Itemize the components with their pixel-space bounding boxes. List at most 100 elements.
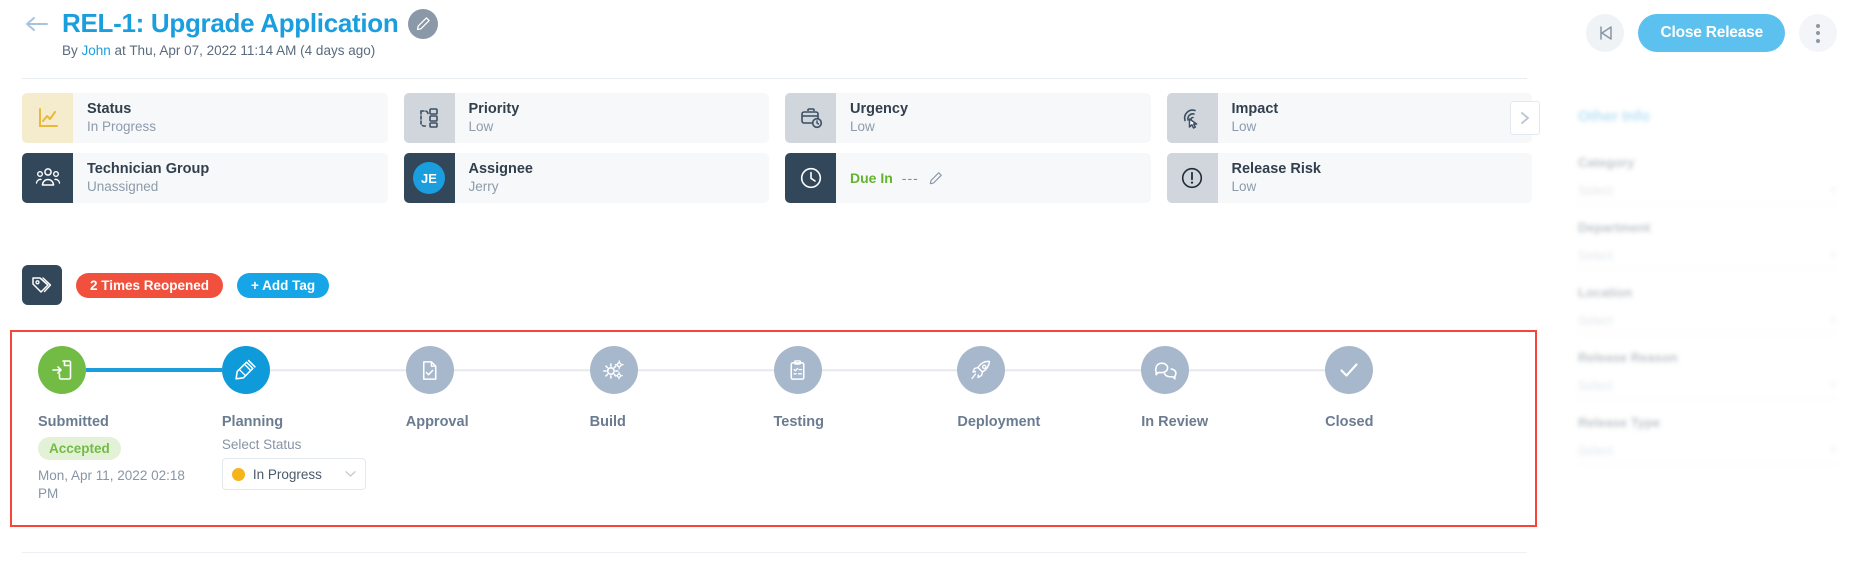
clipboard-list-icon[interactable] bbox=[773, 346, 822, 394]
release-detail-page: REL-1: Upgrade Application By John at Th… bbox=[0, 0, 1855, 561]
connector bbox=[453, 369, 590, 371]
field-label: Department bbox=[1578, 220, 1651, 235]
card-value: Unassigned bbox=[87, 179, 159, 194]
status-select-dropdown[interactable]: In Progress bbox=[221, 458, 366, 490]
card-status[interactable]: Status In Progress bbox=[22, 93, 388, 143]
connector bbox=[269, 369, 406, 371]
card-urgency-text: Urgency Low bbox=[836, 101, 908, 135]
tags-row: 2 Times Reopened + Add Tag bbox=[22, 265, 330, 305]
field-select[interactable]: Select ▾ bbox=[1578, 373, 1836, 399]
card-impact[interactable]: Impact Low bbox=[1166, 93, 1532, 143]
header-divider bbox=[22, 78, 1527, 79]
check-icon[interactable] bbox=[1325, 346, 1374, 394]
kebab-menu-icon[interactable] bbox=[1799, 14, 1837, 52]
subtitle-prefix: By bbox=[62, 43, 82, 58]
connector bbox=[637, 369, 774, 371]
other-info-field-department: Department Select ▾ bbox=[1578, 220, 1836, 269]
step-label: Testing bbox=[773, 414, 824, 430]
bottom-divider bbox=[22, 552, 1527, 553]
card-value: Low bbox=[1231, 119, 1257, 134]
chevron-down-icon[interactable] bbox=[345, 470, 356, 478]
card-value: Jerry bbox=[468, 179, 499, 194]
card-label: Status bbox=[87, 101, 132, 117]
briefcase-clock-icon bbox=[785, 93, 836, 143]
card-urgency[interactable]: Urgency Low bbox=[785, 93, 1151, 143]
impact-target-icon bbox=[1166, 93, 1218, 143]
connector bbox=[86, 368, 222, 372]
workflow-step-closed: Closed bbox=[1325, 332, 1509, 503]
workflow-step-planning: Planning Select Status In Progress bbox=[221, 332, 406, 503]
file-check-icon[interactable] bbox=[405, 346, 454, 394]
chat-bubbles-icon[interactable] bbox=[1141, 346, 1190, 394]
status-select-value: In Progress bbox=[252, 466, 322, 482]
card-value: In Progress bbox=[87, 119, 157, 134]
plan-edit-icon[interactable] bbox=[221, 346, 270, 394]
field-select[interactable]: Select ▾ bbox=[1578, 438, 1836, 464]
field-select[interactable]: Select ▾ bbox=[1578, 243, 1836, 269]
workflow-steps: Submitted Accepted Mon, Apr 11, 2022 02:… bbox=[12, 332, 1535, 503]
alert-circle-icon bbox=[1166, 153, 1218, 203]
workflow-step-approval: Approval bbox=[405, 332, 590, 503]
other-info-field-location: Location Select ▾ bbox=[1578, 285, 1836, 334]
other-info-title: Other Info bbox=[1578, 108, 1650, 125]
field-value: Select bbox=[1578, 248, 1613, 263]
connector bbox=[1005, 369, 1142, 371]
field-label: Category bbox=[1578, 155, 1635, 170]
chevron-down-icon[interactable]: ▾ bbox=[1831, 185, 1836, 196]
chevron-down-icon[interactable]: ▾ bbox=[1831, 445, 1836, 456]
close-release-button[interactable]: Close Release bbox=[1638, 14, 1785, 52]
field-select[interactable]: Select ▾ bbox=[1578, 178, 1836, 204]
step-label: Approval bbox=[405, 414, 469, 430]
field-value: Select bbox=[1578, 443, 1613, 458]
card-technician-group[interactable]: Technician Group Unassigned bbox=[22, 153, 388, 203]
tag-chip[interactable]: 2 Times Reopened bbox=[76, 272, 224, 298]
workflow-stepper: Submitted Accepted Mon, Apr 11, 2022 02:… bbox=[10, 330, 1537, 527]
card-status-text: Status In Progress bbox=[73, 101, 156, 135]
pencil-icon[interactable] bbox=[408, 8, 439, 39]
subtitle-rest: at Thu, Apr 07, 2022 11:14 AM (4 days ag… bbox=[110, 43, 376, 58]
file-import-icon[interactable] bbox=[38, 346, 86, 394]
card-assignee-text: Assignee Jerry bbox=[455, 161, 533, 195]
info-cards: Status In Progress Priority Low Urgency … bbox=[22, 93, 1540, 213]
step-date: Mon, Apr 11, 2022 02:18 PM bbox=[38, 468, 185, 501]
other-info-field-category: Category Select ▾ bbox=[1578, 155, 1836, 204]
card-due-in[interactable]: Due In --- bbox=[785, 153, 1151, 203]
chevron-down-icon[interactable]: ▾ bbox=[1831, 380, 1836, 391]
field-label: Release Reason bbox=[1578, 350, 1678, 365]
workflow-step-build: Build bbox=[589, 332, 774, 503]
field-select[interactable]: Select ▾ bbox=[1578, 308, 1836, 334]
status-dot-icon bbox=[231, 467, 245, 481]
tags-icon bbox=[22, 265, 62, 305]
pencil-icon[interactable] bbox=[928, 171, 943, 186]
add-tag-button[interactable]: + Add Tag bbox=[237, 272, 330, 298]
step-label: Closed bbox=[1325, 414, 1374, 430]
arrow-left-icon[interactable] bbox=[22, 9, 52, 39]
chevron-down-icon[interactable]: ▾ bbox=[1831, 250, 1836, 261]
field-value: Select bbox=[1578, 313, 1613, 328]
chevron-down-icon[interactable]: ▾ bbox=[1831, 315, 1836, 326]
skip-back-icon[interactable] bbox=[1586, 14, 1625, 52]
field-label: Location bbox=[1578, 285, 1633, 300]
rocket-icon[interactable] bbox=[957, 346, 1006, 394]
gears-icon[interactable] bbox=[589, 346, 638, 394]
card-priority[interactable]: Priority Low bbox=[403, 93, 769, 143]
field-value: Select bbox=[1578, 183, 1613, 198]
chevron-right-icon[interactable] bbox=[1510, 101, 1540, 135]
card-impact-text: Impact Low bbox=[1218, 101, 1279, 135]
header-subtitle: By John at Thu, Apr 07, 2022 11:14 AM (4… bbox=[62, 43, 438, 58]
card-value: --- bbox=[901, 170, 919, 186]
card-release-risk[interactable]: Release Risk Low bbox=[1166, 153, 1532, 203]
line-chart-icon bbox=[22, 93, 73, 143]
card-value: Low bbox=[850, 119, 875, 134]
select-status-label: Select Status bbox=[221, 437, 302, 452]
workflow-step-in-review: In Review bbox=[1141, 332, 1326, 503]
workflow-step-submitted: Submitted Accepted Mon, Apr 11, 2022 02:… bbox=[38, 332, 222, 503]
card-due-in-text: Due In --- bbox=[836, 170, 943, 186]
step-label: In Review bbox=[1141, 414, 1209, 430]
connector bbox=[821, 369, 958, 371]
title-row: REL-1: Upgrade Application bbox=[22, 8, 439, 39]
author-link[interactable]: John bbox=[82, 43, 111, 58]
card-assignee[interactable]: JE Assignee Jerry bbox=[403, 153, 769, 203]
card-technician-group-text: Technician Group Unassigned bbox=[73, 161, 209, 195]
step-label: Submitted bbox=[38, 414, 109, 430]
